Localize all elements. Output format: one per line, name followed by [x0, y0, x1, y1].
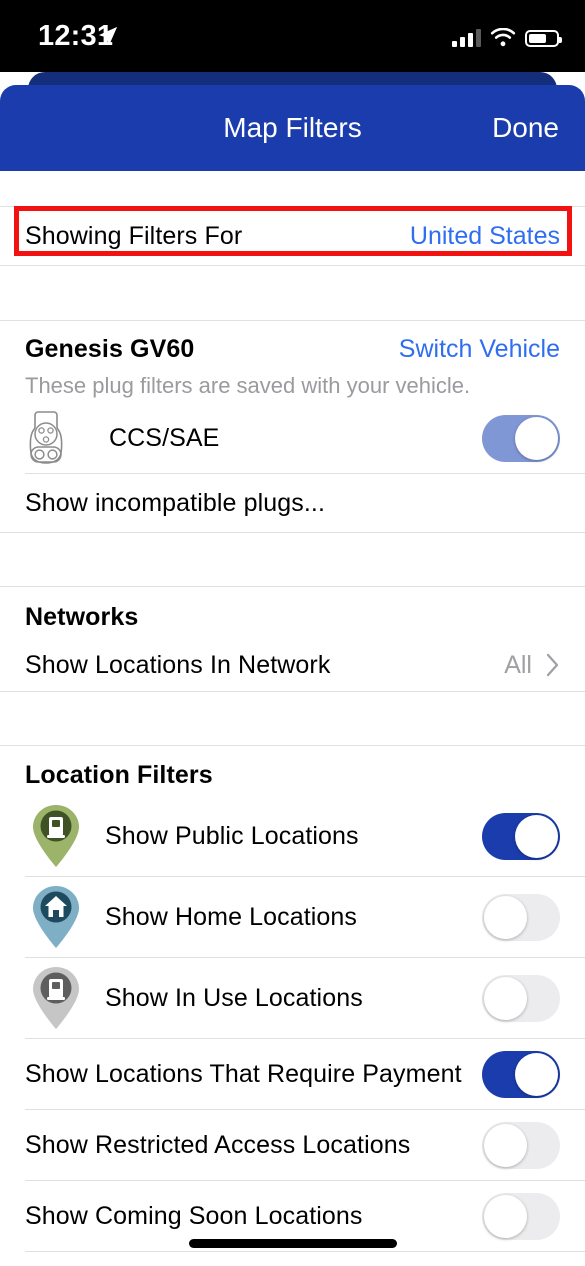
vehicle-header-row: Genesis GV60 Switch Vehicle [0, 321, 585, 369]
show-home-locations-toggle[interactable] [482, 893, 560, 941]
status-indicators [452, 23, 562, 47]
location-arrow-icon [98, 26, 118, 46]
vehicle-subtitle: These plug filters are saved with your v… [25, 373, 471, 398]
vehicle-subtitle-row: These plug filters are saved with your v… [0, 369, 585, 403]
show-locations-in-network-label: Show Locations In Network [25, 650, 331, 679]
show-restricted-access-toggle[interactable] [482, 1121, 560, 1169]
vehicle-name: Genesis GV60 [25, 334, 195, 363]
show-coming-soon-label: Show Coming Soon Locations [25, 1201, 363, 1230]
show-incompatible-plugs-row[interactable]: Show incompatible plugs... [0, 474, 585, 532]
plug-toggle-ccs-sae[interactable] [482, 414, 560, 462]
switch-vehicle-button[interactable]: Switch Vehicle [399, 335, 560, 364]
done-button[interactable]: Done [492, 85, 559, 171]
show-public-locations-label: Show Public Locations [105, 821, 359, 850]
location-filters-header-row: Location Filters [0, 746, 585, 796]
networks-section-title: Networks [25, 602, 139, 631]
show-in-use-locations-label: Show In Use Locations [105, 983, 363, 1012]
networks-header-row: Networks [0, 587, 585, 639]
showing-filters-for-value[interactable]: United States [410, 222, 560, 251]
show-home-locations-label: Show Home Locations [105, 902, 358, 931]
plug-row-ccs-sae[interactable]: CCS/SAE [0, 403, 585, 473]
show-restricted-access-label: Show Restricted Access Locations [25, 1130, 411, 1159]
cellular-bars-icon [452, 29, 481, 47]
show-coming-soon-toggle[interactable] [482, 1192, 560, 1240]
showing-filters-for-row[interactable]: Showing Filters For United States [0, 207, 585, 265]
show-public-locations-toggle[interactable] [482, 812, 560, 860]
show-in-use-locations-toggle[interactable] [482, 974, 560, 1022]
show-require-payment-row[interactable]: Show Locations That Require Payment [0, 1039, 585, 1109]
location-filters-section-title: Location Filters [25, 760, 213, 789]
show-in-use-locations-row[interactable]: Show In Use Locations [0, 958, 585, 1038]
ccs-sae-plug-icon [25, 408, 87, 468]
show-locations-in-network-row[interactable]: Show Locations In Network All [0, 639, 585, 691]
map-pin-in-use-icon [25, 962, 87, 1034]
show-public-locations-row[interactable]: Show Public Locations [0, 796, 585, 876]
battery-icon [525, 30, 562, 47]
chevron-right-icon [546, 653, 559, 677]
filters-content: Showing Filters For United States Genesi… [0, 171, 585, 1266]
show-incompatible-plugs-label: Show incompatible plugs... [25, 488, 325, 517]
map-pin-public-icon [25, 800, 87, 872]
divider [25, 1251, 585, 1252]
showing-filters-for-label: Showing Filters For [25, 221, 243, 250]
navigation-bar: Map Filters Done [0, 85, 585, 171]
map-pin-home-icon [25, 881, 87, 953]
show-home-locations-row[interactable]: Show Home Locations [0, 877, 585, 957]
show-require-payment-toggle[interactable] [482, 1050, 560, 1098]
app-screen: 12:31 Map Filters Done Showing Filters F… [0, 0, 585, 1266]
show-locations-in-network-value: All [504, 650, 532, 679]
show-restricted-access-row[interactable]: Show Restricted Access Locations [0, 1110, 585, 1180]
wifi-icon [490, 28, 516, 47]
plug-label-ccs-sae: CCS/SAE [109, 423, 220, 452]
status-bar: 12:31 [0, 0, 585, 72]
show-require-payment-label: Show Locations That Require Payment [25, 1059, 462, 1088]
home-indicator-bar [188, 1239, 397, 1248]
